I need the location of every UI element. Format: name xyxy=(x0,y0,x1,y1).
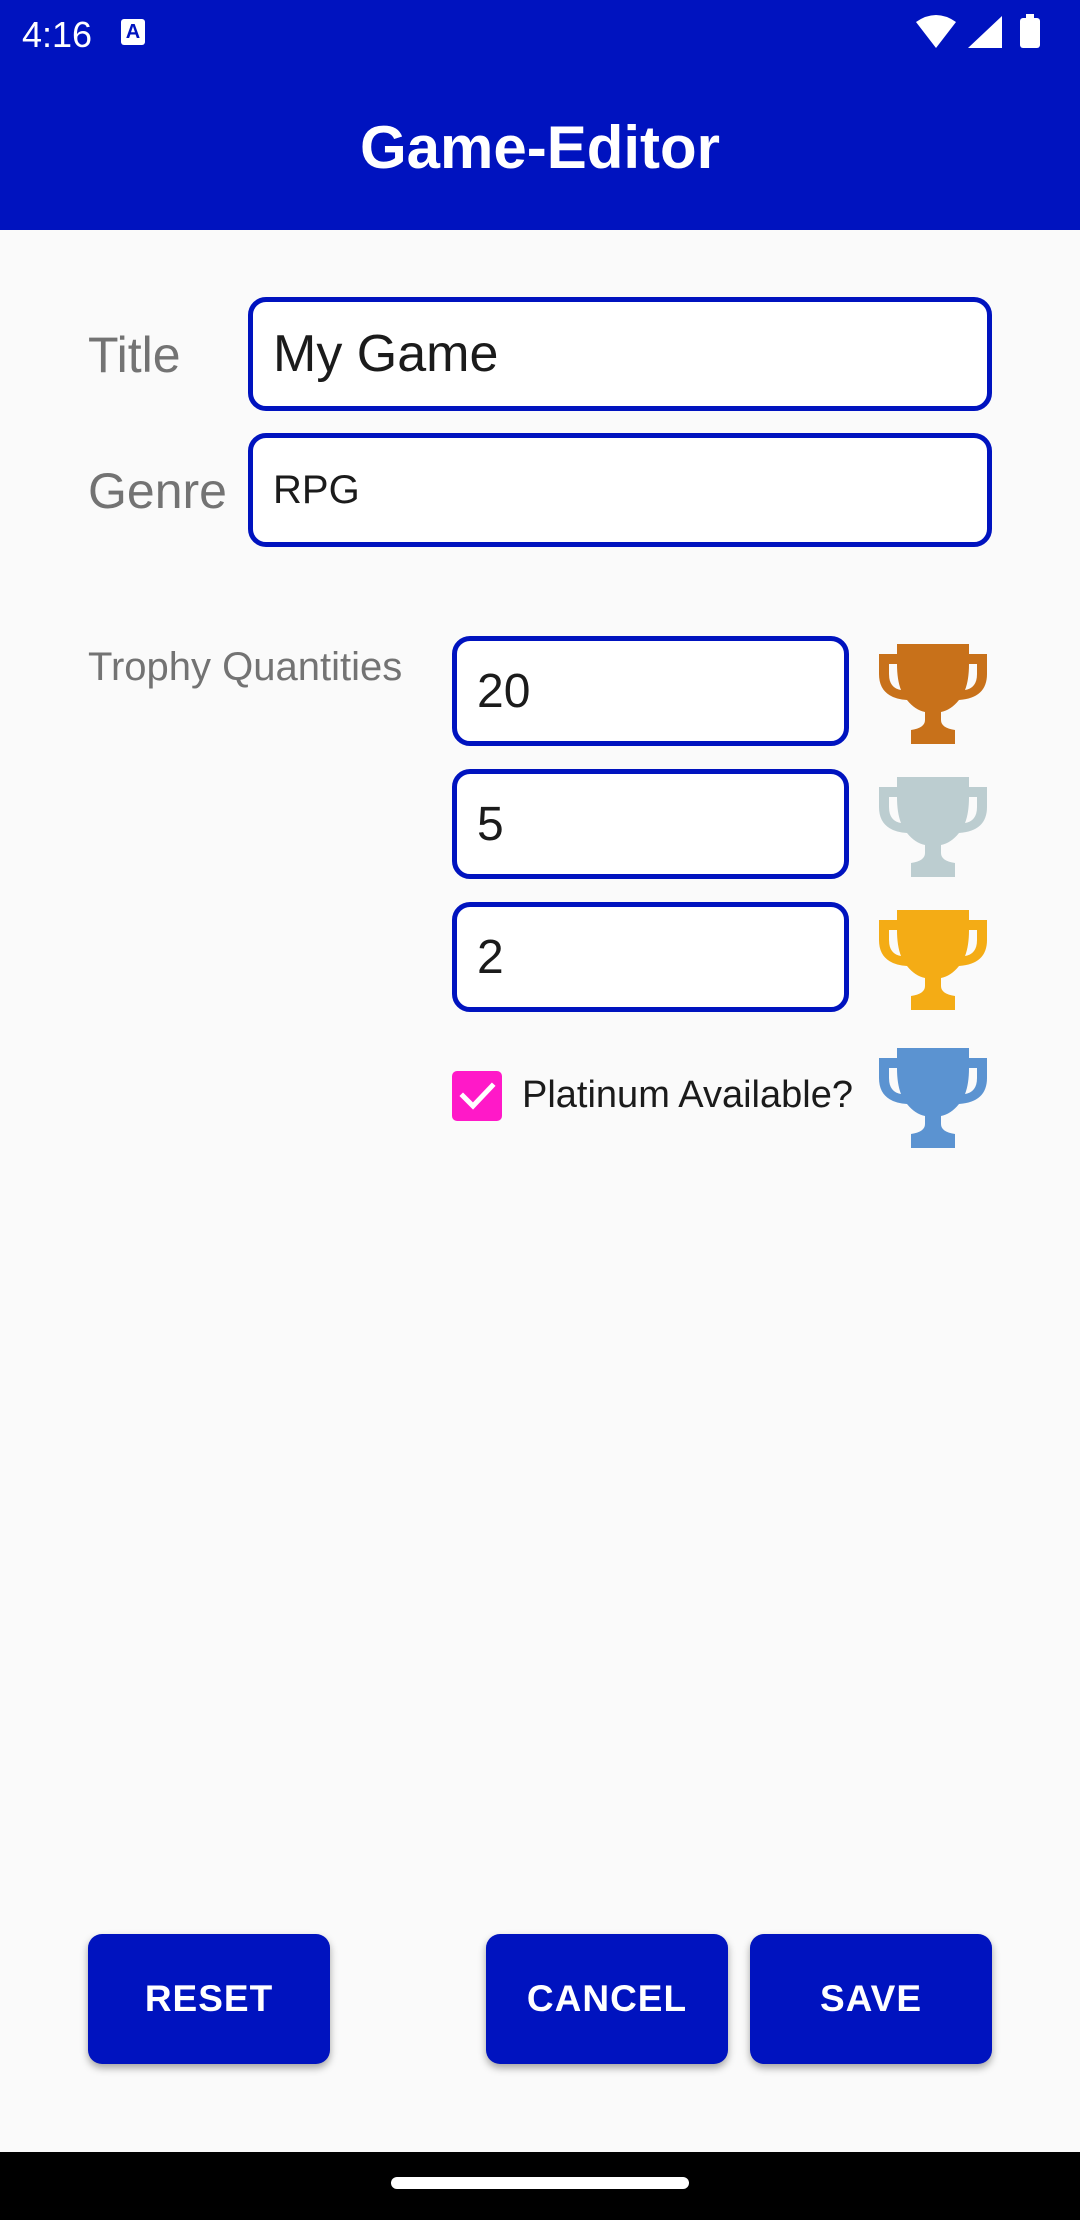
app-bar: Game-Editor xyxy=(0,66,1080,230)
title-label: Title xyxy=(88,327,181,383)
status-time: 4:16 xyxy=(22,14,93,55)
platinum-label[interactable]: Platinum Available? xyxy=(522,1074,853,1117)
trophy-quantities-label: Trophy Quantities xyxy=(88,645,403,689)
genre-label: Genre xyxy=(88,463,227,519)
save-button[interactable]: SAVE xyxy=(750,1934,992,2064)
status-icons xyxy=(916,14,1040,48)
platinum-trophy-icon xyxy=(879,1048,987,1148)
battery-icon xyxy=(1020,14,1040,48)
reset-button[interactable]: RESET xyxy=(88,1934,330,2064)
bronze-trophy-icon xyxy=(879,644,987,744)
bronze-quantity-input[interactable] xyxy=(452,636,849,746)
checkmark-icon xyxy=(459,1082,496,1110)
genre-input[interactable] xyxy=(248,433,992,547)
cancel-button[interactable]: CANCEL xyxy=(486,1934,728,2064)
status-bar: 4:16 A xyxy=(0,0,1080,66)
platinum-checkbox[interactable] xyxy=(452,1071,502,1121)
notification-icon: A xyxy=(121,19,145,45)
signal-icon xyxy=(968,16,1002,48)
app-title: Game-Editor xyxy=(359,114,721,181)
home-gesture-handle[interactable] xyxy=(391,2177,689,2189)
gold-quantity-input[interactable] xyxy=(452,902,849,1012)
silver-quantity-input[interactable] xyxy=(452,769,849,879)
navigation-bar xyxy=(0,2152,1080,2220)
title-input[interactable] xyxy=(248,297,992,411)
silver-trophy-icon xyxy=(879,777,987,877)
wifi-icon xyxy=(916,15,956,48)
gold-trophy-icon xyxy=(879,910,987,1010)
